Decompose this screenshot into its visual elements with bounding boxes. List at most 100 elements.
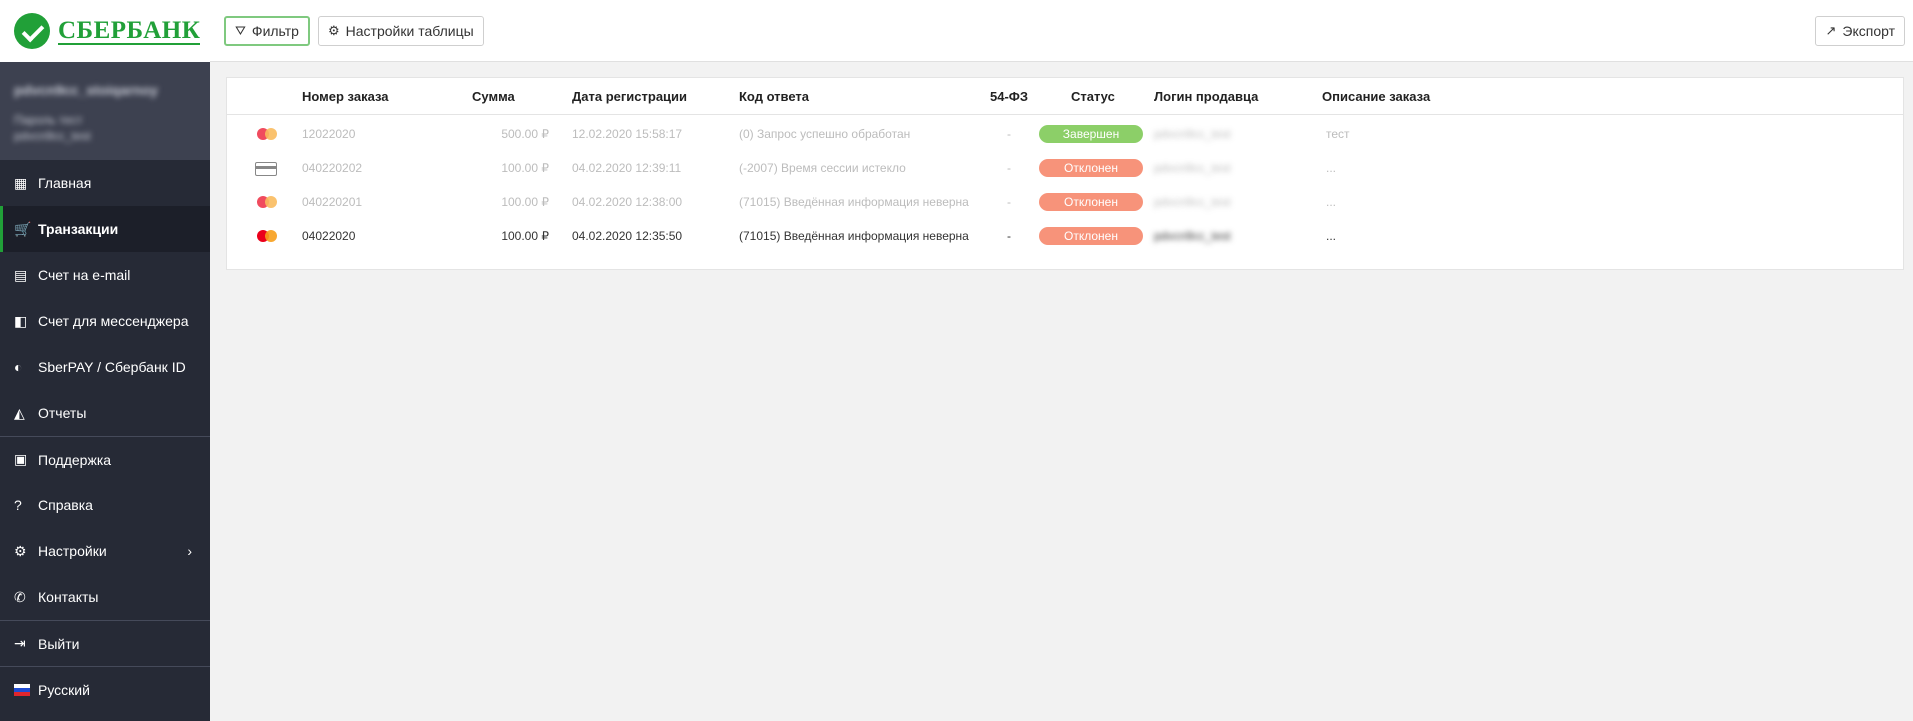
amount: 100.00 ₽ — [501, 229, 549, 243]
sberpay-icon: ◐ — [14, 359, 23, 375]
russia-flag-icon — [14, 683, 30, 696]
sidebar-item-label: Счет на e-mail — [38, 267, 131, 283]
sidebar-item-label: SberPAY / Сбербанк ID — [38, 359, 186, 375]
response-code: (71015) Введённая информация неверна — [739, 195, 969, 209]
sidebar-item-main[interactable]: ▦ Главная — [0, 160, 210, 206]
fz54-value: - — [1007, 127, 1011, 141]
chevron-right-icon: › — [187, 543, 192, 559]
status-badge: Отклонен — [1039, 193, 1143, 211]
table-row[interactable]: 040220202 100.00 ₽ 04.02.2020 12:39:11 (… — [227, 151, 1903, 185]
sidebar-item-email-invoice[interactable]: ▤ Счет на e-mail — [0, 252, 210, 298]
column-header-54fz[interactable]: 54-ФЗ — [990, 89, 1028, 104]
table-settings-button[interactable]: ⚙ Настройки таблицы — [318, 16, 484, 46]
status-badge: Отклонен — [1039, 159, 1143, 177]
user-name: pdvcn9cc_stoiqarnoy — [14, 82, 158, 98]
sidebar-item-language[interactable]: Русский — [0, 666, 210, 712]
sidebar-item-label: Транзакции — [38, 221, 119, 237]
sidebar-item-label: Поддержка — [38, 451, 112, 468]
phone-icon: ✆ — [14, 588, 26, 605]
response-code: (-2007) Время сессии истекло — [739, 161, 906, 175]
order-number: 040220201 — [302, 195, 363, 209]
amount: 100.00 ₽ — [501, 161, 549, 175]
sidebar-item-settings[interactable]: ⚙ Настройки › — [0, 528, 210, 574]
mastercard-icon — [257, 128, 279, 141]
sidebar-item-sberpay[interactable]: ◐ SberPAY / Сбербанк ID — [0, 344, 210, 390]
sidebar-item-label: Счет для мессенджера — [38, 313, 189, 329]
table-row[interactable]: 12022020 500.00 ₽ 12.02.2020 15:58:17 (0… — [227, 117, 1903, 151]
status-badge: Отклонен — [1039, 227, 1143, 245]
messenger-invoice-icon: ◧ — [14, 312, 28, 329]
sidebar-item-label: Настройки — [38, 543, 107, 559]
chat-icon: ▣ — [14, 451, 28, 467]
table-row[interactable]: 04022020 100.00 ₽ 04.02.2020 12:35:50 (7… — [227, 219, 1903, 253]
transactions-table: Номер заказа Сумма Дата регистрации Код … — [226, 77, 1904, 270]
cart-icon: 🛒 — [14, 220, 32, 237]
filter-button[interactable]: ⛛ Фильтр — [224, 16, 310, 46]
seller-login: pdvcn9cc_test — [1154, 127, 1231, 141]
column-header-date[interactable]: Дата регистрации — [572, 89, 687, 104]
logout-icon: ⇥ — [14, 635, 26, 651]
seller-login: pdvcn9cc_test — [1154, 161, 1231, 175]
gear-icon: ⚙ — [328, 23, 340, 38]
sidebar-item-reports[interactable]: ◭ Отчеты — [0, 390, 210, 436]
response-code: (0) Запрос успешно обработан — [739, 127, 911, 141]
sidebar-item-label: Контакты — [38, 589, 99, 605]
gear-icon: ⚙ — [14, 542, 27, 559]
column-header-status[interactable]: Статус — [1071, 89, 1115, 104]
seller-login: pdvcn9cc_test — [1154, 195, 1231, 209]
sberbank-logo-icon — [14, 13, 50, 49]
order-number: 04022020 — [302, 229, 356, 243]
sidebar-item-label: Выйти — [38, 635, 80, 652]
document-icon: ▤ — [14, 266, 28, 283]
amount: 500.00 ₽ — [501, 127, 549, 141]
order-number: 040220202 — [302, 161, 363, 175]
filter-icon: ⛛ — [235, 23, 246, 38]
user-profile[interactable]: pdvcn9cc_stoiqarnoy Пароль тест pdvcn9cc… — [0, 62, 210, 160]
bank-card-icon — [255, 162, 277, 176]
export-arrow-icon: ↗ — [1825, 23, 1837, 38]
order-description: ... — [1326, 161, 1337, 175]
registration-date: 04.02.2020 12:38:00 — [572, 195, 683, 209]
column-header-response[interactable]: Код ответа — [739, 89, 809, 104]
registration-date: 12.02.2020 15:58:17 — [572, 127, 683, 141]
response-code: (71015) Введённая информация неверна — [739, 229, 969, 243]
user-line-2: pdvcn9cc_test — [14, 129, 91, 143]
filter-button-label: Фильтр — [251, 23, 299, 39]
sidebar-item-contacts[interactable]: ✆ Контакты — [0, 574, 210, 620]
export-button[interactable]: ↗ Экспорт — [1815, 16, 1905, 46]
registration-date: 04.02.2020 12:39:11 — [572, 161, 682, 175]
amount: 100.00 ₽ — [501, 195, 549, 209]
brand-logo[interactable]: СБЕРБАНК — [0, 0, 210, 62]
help-icon: ? — [14, 497, 22, 513]
chart-icon: ◭ — [14, 404, 25, 421]
column-header-order[interactable]: Номер заказа — [302, 89, 389, 104]
table-header: Номер заказа Сумма Дата регистрации Код … — [227, 78, 1903, 115]
column-header-amount[interactable]: Сумма — [472, 89, 515, 104]
order-description: ... — [1326, 195, 1337, 209]
brand-name: СБЕРБАНК — [58, 16, 201, 45]
sidebar-item-help[interactable]: ? Справка — [0, 482, 210, 528]
table-settings-label: Настройки таблицы — [345, 23, 474, 39]
sidebar-item-messenger-invoice[interactable]: ◧ Счет для мессенджера — [0, 298, 210, 344]
fz54-value: - — [1007, 161, 1011, 175]
sidebar-item-support[interactable]: ▣ Поддержка — [0, 436, 210, 482]
sidebar-item-transactions[interactable]: 🛒 Транзакции — [0, 206, 210, 252]
mastercard-icon — [257, 230, 279, 243]
fz54-value: - — [1007, 229, 1011, 243]
order-description: ... — [1326, 229, 1337, 243]
column-header-seller-login[interactable]: Логин продавца — [1154, 89, 1258, 104]
user-line-1: Пароль тест — [14, 113, 83, 127]
mastercard-icon — [257, 196, 279, 209]
sidebar: СБЕРБАНК pdvcn9cc_stoiqarnoy Пароль тест… — [0, 0, 210, 721]
sidebar-item-logout[interactable]: ⇥ Выйти — [0, 620, 210, 666]
sidebar-item-label: Справка — [38, 497, 93, 513]
sidebar-item-label: Отчеты — [38, 405, 87, 421]
sidebar-nav: ▦ Главная 🛒 Транзакции ▤ Счет на e-mail ◧ Сч… — [0, 160, 210, 712]
sidebar-item-label: Главная — [38, 175, 92, 191]
table-row[interactable]: 040220201 100.00 ₽ 04.02.2020 12:38:00 (… — [227, 185, 1903, 219]
sidebar-item-label: Русский — [38, 681, 90, 698]
status-badge: Завершен — [1039, 125, 1143, 143]
seller-login: pdvcn9cc_test — [1154, 229, 1231, 243]
column-header-description[interactable]: Описание заказа — [1322, 89, 1430, 104]
order-number: 12022020 — [302, 127, 356, 141]
